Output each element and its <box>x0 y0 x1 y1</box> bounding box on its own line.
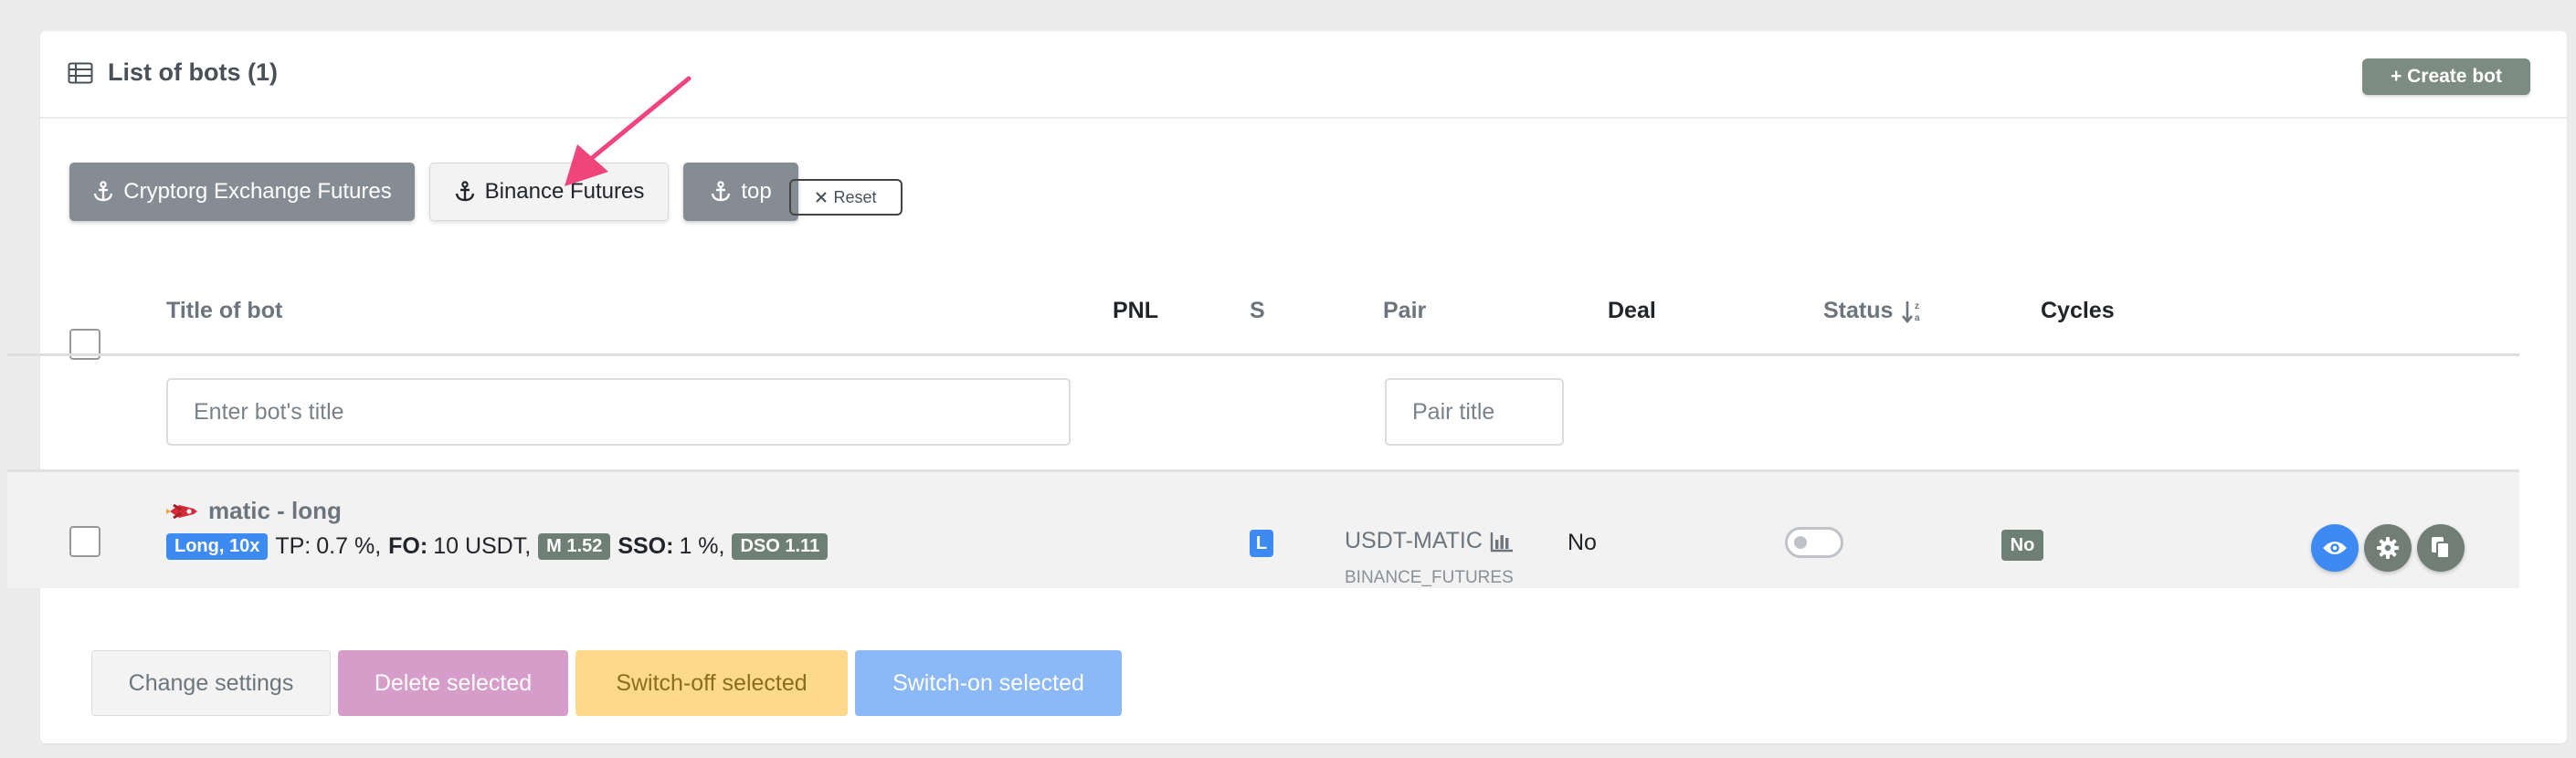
dso-badge: DSO 1.11 <box>732 533 829 560</box>
reset-label: Reset <box>833 187 877 206</box>
svg-text:z: z <box>1915 301 1919 311</box>
filter-top[interactable]: top <box>683 163 798 221</box>
filter-label: Cryptorg Exchange Futures <box>123 179 392 204</box>
column-header-pnl[interactable]: PNL <box>1113 298 1158 324</box>
column-header-cycles[interactable]: Cycles <box>2041 298 2115 324</box>
deal-value: No <box>1568 530 1597 555</box>
tp-label: TP: <box>275 533 311 559</box>
bot-title-search-input[interactable] <box>166 378 1071 446</box>
bar-chart-icon[interactable] <box>1490 531 1514 553</box>
switch-on-selected-button[interactable]: Switch-on selected <box>855 650 1122 716</box>
column-header-deal[interactable]: Deal <box>1608 298 1656 324</box>
toggle-knob <box>1794 536 1807 549</box>
eye-icon <box>2323 542 2347 554</box>
table-header-divider <box>7 353 2519 356</box>
pair-name: USDT-MATIC <box>1345 528 1483 553</box>
pair-link[interactable]: USDT-MATIC <box>1345 528 1514 554</box>
column-header-pair[interactable]: Pair <box>1383 298 1426 324</box>
anchor-icon <box>455 181 474 202</box>
exchange-name: BINANCE_FUTURES <box>1345 568 1514 587</box>
bot-name: matic - long <box>208 497 342 524</box>
card-header: List of bots (1) + Create bot <box>40 31 2567 119</box>
position-badge: Long, 10x <box>166 533 269 560</box>
bot-title-link[interactable]: matic - long <box>166 497 342 525</box>
create-bot-button[interactable]: + Create bot <box>2362 58 2530 95</box>
reset-filters-button[interactable]: Reset <box>789 179 903 216</box>
page-title: List of bots (1) <box>108 58 278 86</box>
tp-value: 0.7 %, <box>316 533 382 559</box>
view-bot-button[interactable] <box>2311 524 2359 572</box>
copy-icon <box>2432 537 2450 559</box>
fo-label: FO: <box>388 533 428 559</box>
gear-icon <box>2377 537 2399 559</box>
column-header-s[interactable]: S <box>1250 298 1265 324</box>
column-header-title[interactable]: Title of bot <box>166 298 282 324</box>
svg-text:a: a <box>1915 313 1920 323</box>
row-checkbox[interactable] <box>69 526 100 557</box>
bot-settings-button[interactable] <box>2364 524 2412 572</box>
table-row <box>7 469 2519 588</box>
table-list-icon <box>68 62 93 84</box>
side-badge: L <box>1250 530 1273 557</box>
anchor-icon <box>94 181 113 202</box>
annotation-arrow <box>565 76 692 186</box>
change-settings-button[interactable]: Change settings <box>91 650 331 716</box>
bot-details: Long, 10x TP: 0.7 %, FO: 10 USDT, M 1.52 S… <box>166 533 829 560</box>
filter-label: top <box>741 179 772 204</box>
status-header-label: Status <box>1823 298 1894 323</box>
sso-value: 1 %, <box>679 533 725 559</box>
martingale-badge: M 1.52 <box>538 533 611 560</box>
pair-title-search-input[interactable] <box>1385 378 1564 446</box>
close-icon <box>816 192 828 203</box>
rocket-icon <box>166 503 197 519</box>
filter-cryptorg-exchange-futures[interactable]: Cryptorg Exchange Futures <box>69 163 415 221</box>
copy-bot-button[interactable] <box>2417 524 2465 572</box>
sso-label: SSO: <box>618 533 674 559</box>
anchor-icon <box>712 181 731 202</box>
fo-value: 10 USDT, <box>433 533 532 559</box>
column-header-status[interactable]: Status z a <box>1823 298 1924 324</box>
delete-selected-button[interactable]: Delete selected <box>338 650 568 716</box>
switch-off-selected-button[interactable]: Switch-off selected <box>575 650 848 716</box>
status-toggle[interactable] <box>1785 527 1843 558</box>
cycles-badge: No <box>2001 530 2043 561</box>
sort-alpha-icon: z a <box>1902 300 1920 323</box>
